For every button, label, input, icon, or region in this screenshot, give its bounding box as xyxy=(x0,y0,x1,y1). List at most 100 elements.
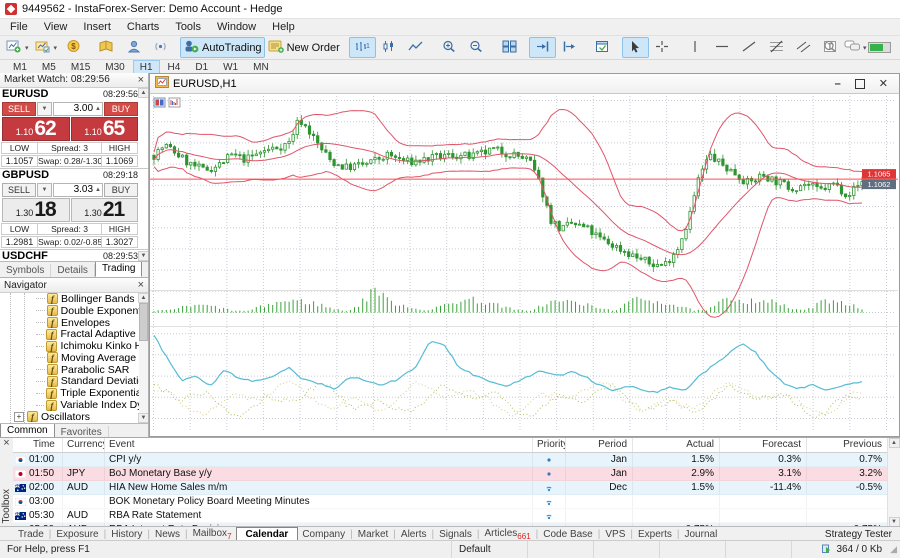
column-header-time[interactable]: Time xyxy=(13,438,63,452)
bid-price-box[interactable]: 1.3018 xyxy=(2,198,70,222)
toolbox-tab-exposure[interactable]: Exposure xyxy=(52,529,102,540)
column-header-priority[interactable]: Priority xyxy=(533,438,566,452)
calendar-event-row[interactable]: 03:00BOK Monetary Policy Board Meeting M… xyxy=(13,495,888,509)
column-header-event[interactable]: Event xyxy=(105,438,533,452)
menu-item-view[interactable]: View xyxy=(36,19,76,35)
volume-input[interactable]: 3.03▲ xyxy=(53,183,103,197)
scroll-up-icon[interactable]: ▲ xyxy=(138,293,148,303)
calendar-event-row[interactable]: 01:00CPI y/yJan1.5%0.3%0.7% xyxy=(13,453,888,467)
menu-item-charts[interactable]: Charts xyxy=(119,19,167,35)
autotrading-robot-button[interactable]: AutoTrading xyxy=(180,37,265,58)
scrollbar-thumb[interactable] xyxy=(139,303,148,341)
sell-button[interactable]: SELL xyxy=(2,183,36,197)
buy-button[interactable]: BUY xyxy=(104,102,138,116)
line-chart-button[interactable] xyxy=(403,37,430,58)
price-chart[interactable]: 1.10651.1062 xyxy=(150,94,899,436)
strategy-tester-label[interactable]: Strategy Tester xyxy=(825,529,900,540)
zoom-in-button[interactable] xyxy=(436,37,463,58)
sell-button[interactable]: SELL xyxy=(2,102,36,116)
navigator-item[interactable]: fBollinger Bands xyxy=(0,293,148,305)
column-header-actual[interactable]: Actual xyxy=(633,438,720,452)
toolbox-tab-trade[interactable]: Trade xyxy=(14,529,48,540)
column-header-period[interactable]: Period xyxy=(566,438,633,452)
market-watch-scrollbar[interactable]: ▲▼ xyxy=(139,88,148,261)
market-watch-money-button[interactable]: $ xyxy=(60,37,87,58)
close-button[interactable]: ✕ xyxy=(879,77,888,90)
buy-button[interactable]: BUY xyxy=(104,183,138,197)
calendar-event-row[interactable]: 01:50JPYBoJ Monetary Base y/yJan2.9%3.1%… xyxy=(13,467,888,481)
zoom-out-button[interactable] xyxy=(463,37,490,58)
navigator-item[interactable]: fParabolic SAR xyxy=(0,364,148,376)
scroll-up-icon[interactable]: ▲ xyxy=(889,438,900,448)
auto-scroll-button[interactable] xyxy=(529,37,556,58)
menu-item-help[interactable]: Help xyxy=(264,19,303,35)
calendar-event-row[interactable]: 02:00AUDHIA New Home Sales m/mDec1.5%-11… xyxy=(13,481,888,495)
volume-dropdown-button[interactable]: ▼ xyxy=(37,102,52,116)
market-watch-tab-tick[interactable]: Tick xyxy=(142,264,148,277)
navigator-item[interactable]: fVariable Index Dyna xyxy=(0,399,148,411)
toolbox-tab-signals[interactable]: Signals xyxy=(435,529,476,540)
new-chart-button[interactable]: ▾ xyxy=(3,37,32,58)
toolbox-tab-news[interactable]: News xyxy=(151,529,184,540)
column-header-previous[interactable]: Previous xyxy=(807,438,888,452)
scroll-down-icon[interactable]: ▼ xyxy=(138,413,148,423)
scroll-up-icon[interactable]: ▲ xyxy=(138,88,148,98)
navigator-item[interactable]: fDouble Exponential xyxy=(0,305,148,317)
scroll-down-icon[interactable]: ▼ xyxy=(138,251,148,261)
navigator-item[interactable]: fStandard Deviation xyxy=(0,376,148,388)
toolbox-tab-history[interactable]: History xyxy=(107,529,146,540)
chat-icon[interactable] xyxy=(844,40,861,55)
community-person-button[interactable] xyxy=(120,37,147,58)
navigator-item[interactable]: fEnvelopes xyxy=(0,317,148,329)
close-icon[interactable]: × xyxy=(138,75,144,85)
trend-line-button[interactable] xyxy=(736,37,763,58)
menu-item-tools[interactable]: Tools xyxy=(167,19,209,35)
expand-plus-icon[interactable]: + xyxy=(14,412,24,422)
chart-template-button[interactable] xyxy=(589,37,616,58)
toolbox-tab-alerts[interactable]: Alerts xyxy=(397,529,431,540)
navigator-item[interactable]: fTriple Exponential M xyxy=(0,387,148,399)
navigator-item-oscillators[interactable]: +fOscillators xyxy=(0,411,148,423)
tile-windows-button[interactable] xyxy=(496,37,523,58)
vertical-line-button[interactable] xyxy=(682,37,709,58)
maximize-button[interactable] xyxy=(855,79,865,89)
menu-item-insert[interactable]: Insert xyxy=(75,19,119,35)
menu-item-file[interactable]: File xyxy=(2,19,36,35)
market-watch-tab-trading[interactable]: Trading xyxy=(95,261,143,277)
toolbox-tab-market[interactable]: Market xyxy=(354,529,393,540)
close-icon[interactable]: × xyxy=(138,280,144,290)
status-profile[interactable]: Default xyxy=(452,541,528,558)
volume-dropdown-button[interactable]: ▼ xyxy=(37,183,52,197)
minimize-button[interactable]: – xyxy=(835,78,841,90)
ask-price-box[interactable]: 1.3021 xyxy=(71,198,139,222)
calendar-scrollbar[interactable]: ▲ ▼ xyxy=(887,438,900,527)
equidistant-channel-button[interactable] xyxy=(790,37,817,58)
symbol-block-eurusd[interactable]: EURUSD08:29:56SELL▼3.00▲BUY1.10621.1065L… xyxy=(0,88,148,169)
toolbox-tab-company[interactable]: Company xyxy=(298,529,349,540)
close-icon[interactable]: × xyxy=(3,438,9,448)
symbol-block-gbpusd[interactable]: GBPUSD08:29:18SELL▼3.03▲BUY1.30181.3021L… xyxy=(0,169,148,250)
broadcast-signal-button[interactable] xyxy=(147,37,174,58)
bar-chart-button[interactable]: 1 xyxy=(349,37,376,58)
new-order-note-button[interactable]: New Order xyxy=(265,37,343,58)
toolbox-tab-vps[interactable]: VPS xyxy=(601,529,629,540)
crosshair-button[interactable] xyxy=(649,37,676,58)
toolbox-tab-code-base[interactable]: Code Base xyxy=(539,529,596,540)
menu-item-window[interactable]: Window xyxy=(209,19,264,35)
toolbox-tab-experts[interactable]: Experts xyxy=(634,529,676,540)
toolbox-tab-journal[interactable]: Journal xyxy=(681,529,722,540)
chart-shift-button[interactable] xyxy=(556,37,583,58)
volume-input[interactable]: 3.00▲ xyxy=(53,102,103,116)
calendar-event-row[interactable]: 05:30AUDRBA Rate Statement xyxy=(13,509,888,523)
fibonacci-button[interactable] xyxy=(763,37,790,58)
column-header-forecast[interactable]: Forecast xyxy=(720,438,807,452)
profiles-button[interactable]: ▾ xyxy=(32,37,61,58)
spinner-up-icon[interactable]: ▲ xyxy=(95,106,101,112)
horizontal-line-button[interactable] xyxy=(709,37,736,58)
bid-price-box[interactable]: 1.1062 xyxy=(2,117,70,141)
navigator-item[interactable]: fFractal Adaptive Mo xyxy=(0,328,148,340)
symbol-block-usdchf[interactable]: USDCHF08:29:53SELL▼3.00▲BUY xyxy=(0,250,148,261)
market-watch-tab-details[interactable]: Details xyxy=(51,264,95,277)
ask-price-box[interactable]: 1.1065 xyxy=(71,117,139,141)
market-watch-tab-symbols[interactable]: Symbols xyxy=(0,264,51,277)
